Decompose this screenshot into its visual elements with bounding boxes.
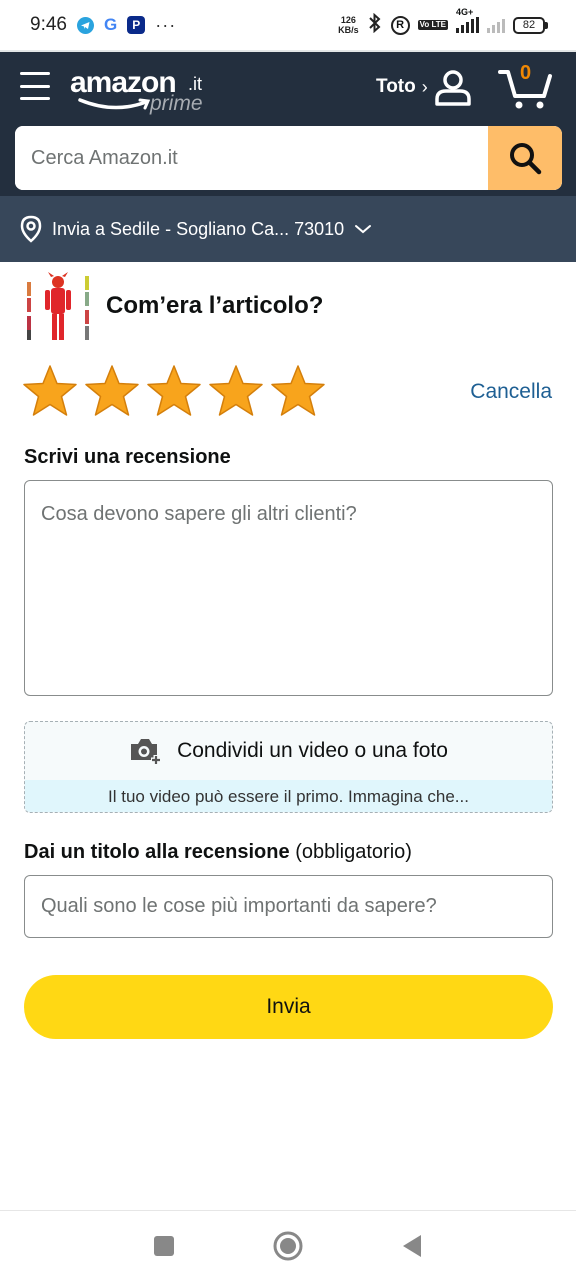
cancel-rating-link[interactable]: Cancella: [470, 380, 552, 404]
product-thumbnail: [24, 272, 92, 344]
star-icon[interactable]: [270, 364, 326, 420]
media-upload-hint: Il tuo video può essere il primo. Immagi…: [25, 780, 552, 812]
review-title-label: Dai un titolo alla recensione (obbligato…: [24, 841, 412, 864]
chevron-down-icon: [355, 225, 372, 234]
network-speed: 126 KB/s: [338, 15, 359, 35]
status-left: 9:46 G P ···: [30, 14, 176, 36]
review-question: Com’era l’articolo?: [106, 292, 324, 319]
network-speed-unit: KB/s: [338, 25, 359, 35]
status-time: 9:46: [30, 14, 67, 35]
star-icon[interactable]: [84, 364, 140, 420]
menu-icon[interactable]: [20, 72, 50, 100]
search-button[interactable]: [488, 126, 562, 190]
more-notifications-icon: ···: [155, 14, 177, 35]
star-icon[interactable]: [146, 364, 202, 420]
volte-icon: Vo LTE: [417, 20, 448, 30]
search-icon: [510, 143, 542, 175]
deliver-to-bar[interactable]: Invia a Sedile - Sogliano Ca... 73010: [0, 196, 576, 262]
deliver-to-text: Invia a Sedile - Sogliano Ca... 73010: [52, 218, 345, 239]
review-textarea[interactable]: [24, 480, 553, 696]
signal-2-icon: [487, 17, 505, 33]
location-pin-icon: [20, 215, 42, 243]
amazon-header: amazon .it prime Toto › 0: [0, 52, 576, 196]
search-bar: [15, 126, 562, 190]
paypal-icon: P: [127, 16, 146, 34]
status-right: 126 KB/s R Vo LTE 4G+ 82: [338, 7, 548, 38]
star-rating[interactable]: [22, 364, 326, 420]
media-upload-box[interactable]: Condividi un video o una foto Il tuo vid…: [24, 721, 553, 813]
bluetooth-icon: [367, 12, 383, 38]
telegram-icon: [76, 16, 94, 34]
account-chevron: ›: [421, 76, 428, 97]
signal-group: 4G+: [456, 7, 479, 33]
review-title-input[interactable]: [24, 875, 553, 938]
star-icon[interactable]: [208, 364, 264, 420]
submit-button[interactable]: Invia: [24, 975, 553, 1039]
account-name: Toto: [376, 76, 416, 97]
network-speed-value: 126: [340, 15, 356, 25]
square-nav-icon[interactable]: [152, 1234, 176, 1258]
write-review-label: Scrivi una recensione: [24, 446, 231, 468]
battery-icon: 82: [513, 16, 548, 34]
logo-prime-text: prime: [150, 92, 203, 115]
android-nav-bar: [0, 1210, 576, 1280]
cart-count: 0: [520, 62, 532, 84]
search-input[interactable]: [15, 126, 488, 190]
amazon-prime-logo[interactable]: amazon .it prime: [70, 66, 220, 116]
media-upload-label: Condividi un video o una foto: [177, 739, 448, 762]
google-icon: G: [103, 15, 118, 34]
account-link[interactable]: Toto ›: [376, 76, 428, 98]
home-nav-icon[interactable]: [272, 1230, 304, 1262]
star-icon[interactable]: [22, 364, 78, 420]
battery-level: 82: [513, 16, 545, 34]
back-nav-icon[interactable]: [400, 1233, 424, 1259]
network-type: 4G+: [456, 7, 474, 17]
user-icon[interactable]: [434, 68, 472, 106]
camera-add-icon: [131, 739, 162, 765]
review-title-label-text: Dai un titolo alla recensione: [24, 841, 290, 863]
status-bar: 9:46 G P ··· 126 KB/s R Vo LTE 4G+ 82: [0, 0, 576, 52]
review-title-required: (obbligatorio): [295, 841, 412, 863]
amazon-smile-icon: [78, 98, 151, 110]
registered-icon: R: [390, 15, 410, 35]
signal-icon: [456, 17, 479, 33]
cart-button[interactable]: 0: [498, 62, 554, 110]
media-upload-row[interactable]: Condividi un video o una foto: [25, 722, 552, 780]
